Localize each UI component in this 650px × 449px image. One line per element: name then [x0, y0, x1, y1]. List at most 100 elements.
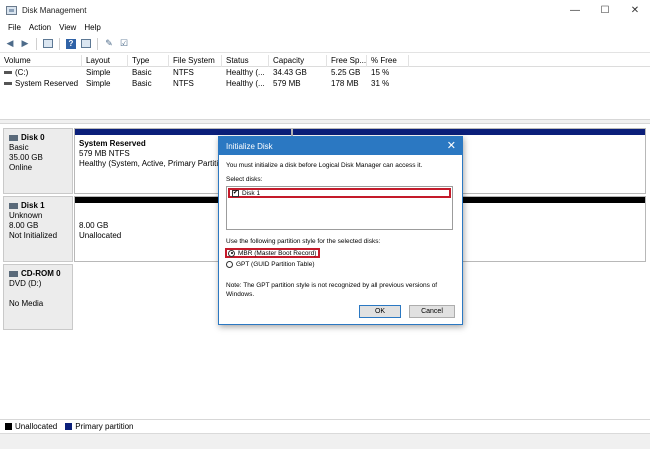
legend-swatch [65, 423, 73, 430]
minimize-button[interactable]: — [560, 0, 590, 20]
legend: Unallocated Primary partition [0, 419, 650, 433]
dialog-title: Initialize Disk [226, 141, 273, 151]
menu-bar: File Action View Help [0, 20, 650, 35]
mbr-label: MBR (Master Boot Record) [238, 249, 317, 257]
column-header-capacity[interactable]: Capacity [269, 54, 327, 67]
disk-size: 8.00 GB [9, 221, 39, 230]
legend-swatch [5, 423, 12, 430]
disk-type: DVD (D:) [9, 279, 42, 288]
percent-free-cell: 31 % [371, 79, 390, 88]
window-controls: — ☐ ✕ [560, 0, 650, 20]
gpt-note: Note: The GPT partition style is not rec… [226, 282, 438, 298]
menu-file[interactable]: File [4, 23, 25, 32]
dialog-close-icon[interactable]: ✕ [447, 139, 456, 152]
disk-status: Online [9, 163, 33, 172]
gpt-option[interactable]: GPT (GUID Partition Table) [226, 259, 455, 269]
select-disks-label: Select disks: [226, 176, 263, 183]
column-header-layout[interactable]: Layout [82, 54, 128, 67]
properties-icon[interactable]: ✎ [103, 38, 115, 50]
hard-disk-icon [9, 134, 18, 141]
toolbar: ◀ ▶ ? ✎ ☑ [0, 35, 650, 53]
table-row[interactable]: System Reserved Simple Basic NTFS Health… [0, 78, 650, 89]
cancel-button[interactable]: Cancel [409, 305, 455, 318]
initialize-disk-dialog: Initialize Disk ✕ You must initialize a … [218, 136, 463, 325]
layout-cell: Simple [86, 79, 111, 88]
menu-action[interactable]: Action [25, 23, 55, 32]
mbr-option[interactable]: MBR (Master Boot Record) [225, 248, 320, 258]
dialog-message: You must initialize a disk before Logica… [226, 162, 423, 169]
disk-info-0[interactable]: Disk 0 Basic 35.00 GB Online [3, 128, 73, 194]
disk-type: Unknown [9, 211, 43, 220]
close-button[interactable]: ✕ [620, 0, 650, 20]
dialog-title-bar: Initialize Disk ✕ [219, 137, 462, 155]
disk-info-1[interactable]: Disk 1 Unknown 8.00 GB Not Initialized [3, 196, 73, 262]
volume-name: (C:) [15, 68, 29, 77]
menu-view[interactable]: View [55, 23, 80, 32]
capacity-cell: 34.43 GB [273, 68, 307, 77]
legend-label: Unallocated [15, 422, 58, 431]
check-icon[interactable]: ☑ [118, 38, 130, 50]
column-header-volume[interactable]: Volume [0, 54, 82, 67]
back-icon[interactable]: ◀ [4, 38, 16, 50]
legend-label: Primary partition [75, 422, 134, 431]
disk-checkbox[interactable]: ✔ [232, 189, 239, 197]
refresh-icon[interactable] [80, 38, 92, 50]
forward-icon[interactable]: ▶ [19, 38, 31, 50]
disk-item-label: Disk 1 [242, 189, 261, 197]
status-bar [0, 433, 650, 449]
window-title: Disk Management [22, 5, 87, 15]
disk-status: No Media [9, 299, 44, 308]
partition-style-label: Use the following partition style for th… [226, 238, 381, 245]
disk-list-item[interactable]: ✔ Disk 1 [228, 188, 451, 198]
disk-status: Not Initialized [9, 231, 58, 240]
gpt-radio[interactable] [226, 260, 233, 268]
legend-item-unallocated: Unallocated [5, 422, 57, 431]
volume-table: Volume Layout Type File System Status Ca… [0, 54, 650, 117]
disk-view-icon[interactable] [42, 38, 54, 50]
file-system-cell: NTFS [173, 68, 194, 77]
status-cell: Healthy (... [226, 79, 265, 88]
gpt-label: GPT (GUID Partition Table) [236, 260, 315, 268]
maximize-button[interactable]: ☐ [590, 0, 620, 20]
disk-type: Basic [9, 143, 29, 152]
type-cell: Basic [132, 68, 152, 77]
dialog-body: You must initialize a disk before Logica… [219, 155, 462, 305]
menu-help[interactable]: Help [80, 23, 104, 32]
type-cell: Basic [132, 79, 152, 88]
help-icon[interactable]: ? [65, 38, 77, 50]
capacity-cell: 579 MB [273, 79, 301, 88]
column-header-type[interactable]: Type [128, 54, 169, 67]
ok-button[interactable]: OK [359, 305, 401, 318]
file-system-cell: NTFS [173, 79, 194, 88]
partition-bar [293, 129, 645, 135]
disk-name: Disk 0 [21, 133, 45, 142]
layout-cell: Simple [86, 68, 111, 77]
free-space-cell: 178 MB [331, 79, 359, 88]
column-header-percent-free[interactable]: % Free [367, 54, 409, 67]
hard-disk-icon [9, 202, 18, 209]
column-header-file-system[interactable]: File System [169, 54, 222, 67]
volume-name: System Reserved [15, 79, 79, 88]
toolbar-divider [59, 37, 60, 50]
column-header-free-space[interactable]: Free Sp... [327, 54, 367, 67]
disk-size: 35.00 GB [9, 153, 43, 162]
table-row[interactable]: (C:) Simple Basic NTFS Healthy (... 34.4… [0, 67, 650, 78]
toolbar-divider [97, 37, 98, 50]
column-header-status[interactable]: Status [222, 54, 269, 67]
drive-icon [4, 82, 12, 86]
disk-management-icon [6, 5, 17, 15]
disk-info-cdrom[interactable]: CD-ROM 0 DVD (D:) No Media [3, 264, 73, 330]
mbr-radio[interactable] [228, 249, 235, 257]
legend-item-primary: Primary partition [65, 422, 134, 431]
status-cell: Healthy (... [226, 68, 265, 77]
disk-name: CD-ROM 0 [21, 269, 61, 278]
title-bar: Disk Management — ☐ ✕ [0, 0, 650, 20]
toolbar-divider [36, 37, 37, 50]
disk-listbox[interactable]: ✔ Disk 1 [226, 186, 453, 230]
cd-rom-icon [9, 270, 18, 277]
drive-icon [4, 71, 12, 75]
free-space-cell: 5.25 GB [331, 68, 361, 77]
volume-cell: System Reserved [0, 78, 82, 89]
percent-free-cell: 15 % [371, 68, 390, 77]
volume-cell: (C:) [0, 67, 82, 78]
